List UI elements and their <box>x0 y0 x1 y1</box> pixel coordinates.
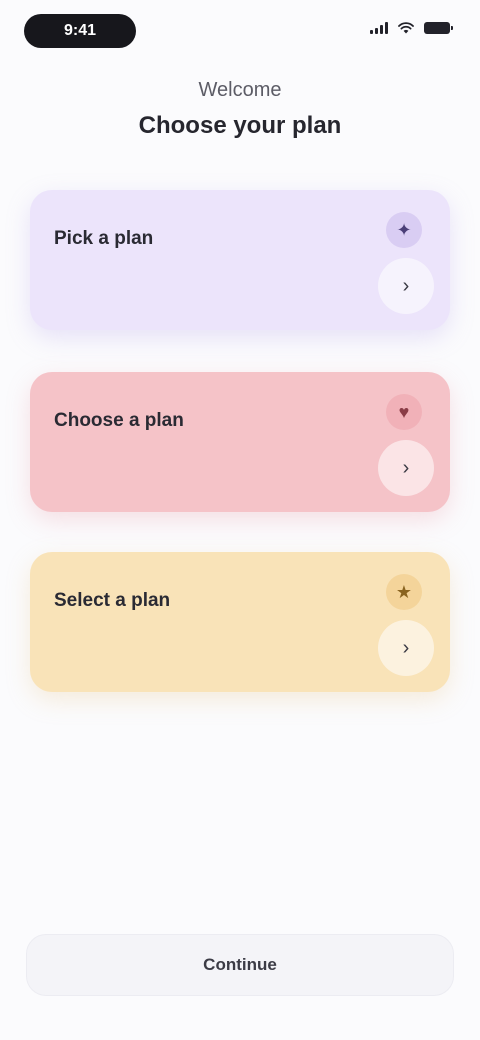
plan-card-title: Choose a plan <box>54 410 184 431</box>
page-title: Choose your plan <box>138 112 342 139</box>
signal-icon <box>370 22 388 34</box>
plan-card-select-button[interactable]: › <box>378 620 434 676</box>
battery-icon <box>424 22 453 34</box>
plan-card-title: Pick a plan <box>54 228 154 249</box>
plan-card-select-button[interactable]: › <box>378 258 434 314</box>
chevron-right-icon: › <box>402 274 410 297</box>
plan-card-2[interactable]: ♥ Choose a plan › <box>30 372 450 512</box>
header-eyebrow: Welcome <box>198 79 282 101</box>
status-bar: 9:41 <box>0 0 480 64</box>
plan-card-select-button[interactable]: › <box>378 440 434 496</box>
heart-icon: ♥ <box>386 394 422 430</box>
status-time: 9:41 <box>24 14 136 48</box>
plan-card-1[interactable]: ✦ Pick a plan › <box>30 190 450 330</box>
page-header: Welcome Choose your plan <box>0 76 480 142</box>
continue-button[interactable]: Continue <box>26 934 454 996</box>
wifi-icon <box>398 22 414 34</box>
chevron-right-icon: › <box>402 456 410 479</box>
sparkle-icon: ✦ <box>386 212 422 248</box>
status-icons <box>370 22 453 34</box>
star-icon: ★ <box>386 574 422 610</box>
chevron-right-icon: › <box>402 636 410 659</box>
plan-card-title: Select a plan <box>54 590 171 611</box>
plan-card-3[interactable]: ★ Select a plan › <box>30 552 450 692</box>
